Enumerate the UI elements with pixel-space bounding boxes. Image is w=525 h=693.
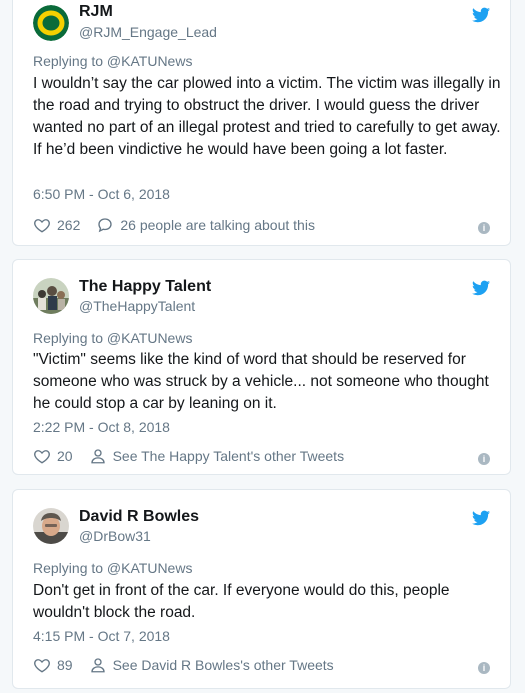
user-handle[interactable]: @DrBow31 bbox=[79, 528, 151, 544]
tweet-actions: 20 See The Happy Talent's other Tweets bbox=[33, 446, 344, 466]
person-icon[interactable] bbox=[89, 656, 107, 674]
other-tweets-link[interactable]: See The Happy Talent's other Tweets bbox=[113, 448, 345, 464]
like-count[interactable]: 20 bbox=[57, 448, 73, 464]
timestamp[interactable]: 4:15 PM - Oct 7, 2018 bbox=[33, 628, 170, 644]
display-name[interactable]: David R Bowles bbox=[79, 508, 199, 526]
tweet-text: I wouldn’t say the car plowed into a vic… bbox=[33, 75, 501, 158]
info-icon[interactable]: i bbox=[478, 453, 490, 465]
avatar[interactable] bbox=[33, 5, 69, 41]
like-count[interactable]: 89 bbox=[57, 657, 73, 673]
oregon-logo-icon bbox=[33, 5, 69, 41]
tweet-card[interactable]: The Happy Talent @TheHappyTalent Replyin… bbox=[12, 259, 511, 475]
heart-icon[interactable] bbox=[33, 447, 51, 465]
comment-icon[interactable] bbox=[96, 216, 114, 234]
avatar[interactable] bbox=[33, 278, 69, 314]
replying-to[interactable]: Replying to @KATUNews bbox=[33, 330, 192, 346]
timestamp[interactable]: 2:22 PM - Oct 8, 2018 bbox=[33, 419, 170, 435]
tweet-card[interactable]: RJM @RJM_Engage_Lead Replying to @KATUNe… bbox=[12, 0, 511, 246]
replying-to[interactable]: Replying to @KATUNews bbox=[33, 53, 192, 69]
crowd-photo-icon bbox=[33, 278, 69, 314]
twitter-bird-icon[interactable] bbox=[472, 7, 490, 23]
heart-icon[interactable] bbox=[33, 656, 51, 674]
display-name[interactable]: The Happy Talent bbox=[79, 278, 211, 296]
other-tweets-link[interactable]: See David R Bowles's other Tweets bbox=[113, 657, 334, 673]
twitter-bird-icon[interactable] bbox=[472, 510, 490, 526]
like-count[interactable]: 262 bbox=[57, 217, 80, 233]
avatar[interactable] bbox=[33, 508, 69, 544]
profile-photo-icon bbox=[33, 508, 69, 544]
user-handle[interactable]: @TheHappyTalent bbox=[79, 298, 195, 314]
heart-icon[interactable] bbox=[33, 216, 51, 234]
info-icon[interactable]: i bbox=[478, 662, 490, 674]
conversation-link[interactable]: 26 people are talking about this bbox=[120, 217, 315, 233]
timestamp[interactable]: 6:50 PM - Oct 6, 2018 bbox=[33, 186, 170, 202]
tweet-actions: 262 26 people are talking about this bbox=[33, 215, 315, 235]
twitter-bird-icon[interactable] bbox=[472, 280, 490, 296]
tweet-text: Don't get in front of the car. If everyo… bbox=[33, 582, 450, 621]
tweet-actions: 89 See David R Bowles's other Tweets bbox=[33, 655, 334, 675]
info-icon[interactable]: i bbox=[478, 222, 490, 234]
tweet-card[interactable]: David R Bowles @DrBow31 Replying to @KAT… bbox=[12, 489, 511, 689]
person-icon[interactable] bbox=[89, 447, 107, 465]
tweet-text: "Victim" seems like the kind of word tha… bbox=[33, 351, 489, 412]
replying-to[interactable]: Replying to @KATUNews bbox=[33, 560, 192, 576]
user-handle[interactable]: @RJM_Engage_Lead bbox=[79, 24, 217, 40]
display-name[interactable]: RJM bbox=[79, 3, 113, 21]
